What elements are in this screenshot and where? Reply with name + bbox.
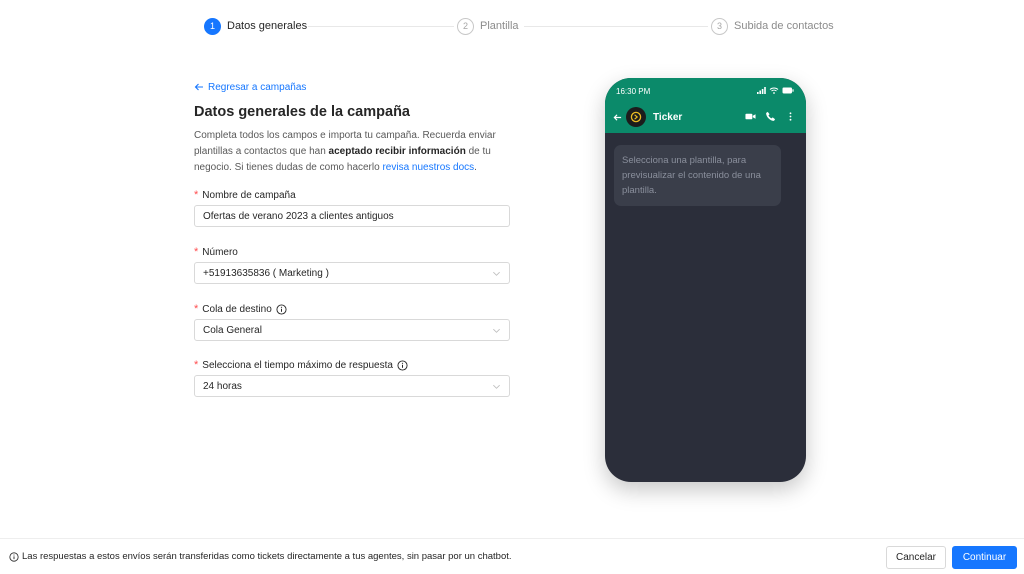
phone-preview: 16:30 PM Ticker Selecciona una plantilla… (605, 78, 806, 482)
back-to-campaigns-link[interactable]: Regresar a campañas (194, 80, 510, 94)
number-value: +51913635836 ( Marketing ) (203, 267, 329, 279)
required-mark: * (194, 359, 199, 371)
step-subida-contactos[interactable]: 3 Subida de contactos (711, 17, 834, 35)
desc-text: . (474, 162, 477, 173)
chevron-down-icon (493, 384, 500, 389)
info-icon (9, 551, 19, 562)
cancel-button[interactable]: Cancelar (886, 546, 946, 569)
step-plantilla[interactable]: 2 Plantilla (457, 17, 519, 35)
page-title: Datos generales de la campaña (194, 104, 410, 120)
required-mark: * (194, 303, 199, 315)
field-label: * Número (194, 245, 510, 259)
number-select[interactable]: +51913635836 ( Marketing ) (194, 262, 510, 284)
chevron-down-icon (493, 328, 500, 333)
step-datos-generales[interactable]: 1 Datos generales (204, 17, 307, 35)
step-label: Datos generales (227, 20, 308, 32)
chat-bar: Ticker (605, 106, 806, 128)
video-icon[interactable] (745, 111, 756, 122)
step-connector (524, 26, 708, 27)
more-vertical-icon[interactable] (785, 111, 796, 122)
chat-actions (745, 111, 796, 122)
queue-label: Cola de destino (202, 303, 272, 315)
response-time-label: Selecciona el tiempo máximo de respuesta (202, 359, 393, 371)
campaign-name-label: Nombre de campaña (202, 189, 296, 201)
footer-note: Las respuestas a estos envíos serán tran… (9, 551, 512, 562)
signal-icon (757, 87, 766, 94)
required-mark: * (194, 246, 199, 258)
queue-value: Cola General (203, 324, 262, 336)
campaign-name-value: Ofertas de verano 2023 a clientes antigu… (203, 210, 394, 222)
steps-progress: 1 Datos generales 2 Plantilla 3 Subida d… (204, 17, 834, 37)
campaign-name-input[interactable]: Ofertas de verano 2023 a clientes antigu… (194, 205, 510, 227)
response-time-select[interactable]: 24 horas (194, 375, 510, 397)
continue-button[interactable]: Continuar (952, 546, 1017, 569)
field-label: * Cola de destino (194, 302, 510, 316)
desc-bold: aceptado recibir información (328, 146, 466, 157)
response-time-value: 24 horas (203, 380, 242, 392)
footer-note-text: Las respuestas a estos envíos serán tran… (22, 551, 512, 562)
logo-icon (630, 111, 642, 123)
arrow-left-icon (194, 83, 203, 91)
response-time-field: * Selecciona el tiempo máximo de respues… (194, 358, 510, 397)
step-connector (308, 26, 454, 27)
campaign-name-field: * Nombre de campaña Ofertas de verano 20… (194, 188, 510, 227)
template-preview-bubble: Selecciona una plantilla, para previsual… (614, 145, 781, 206)
step-label: Subida de contactos (734, 20, 834, 32)
phone-call-icon[interactable] (765, 111, 776, 122)
wifi-icon (769, 87, 779, 94)
step-number: 2 (457, 17, 474, 35)
number-label: Número (202, 246, 238, 258)
field-label: * Selecciona el tiempo máximo de respues… (194, 358, 510, 372)
footer-bar: Las respuestas a estos envíos serán tran… (0, 538, 1024, 574)
status-icons (757, 87, 794, 94)
number-field: * Número +51913635836 ( Marketing ) (194, 245, 510, 284)
chevron-down-icon (493, 271, 500, 276)
form-description: Completa todos los campos e importa tu c… (194, 128, 510, 176)
step-label: Plantilla (480, 20, 519, 32)
battery-icon (782, 87, 794, 94)
required-mark: * (194, 189, 199, 201)
queue-field: * Cola de destino Cola General (194, 302, 510, 341)
docs-link[interactable]: revisa nuestros docs (382, 162, 474, 173)
arrow-left-icon[interactable] (613, 113, 622, 122)
queue-select[interactable]: Cola General (194, 319, 510, 341)
back-link-label: Regresar a campañas (208, 81, 307, 93)
info-icon[interactable] (397, 359, 408, 371)
field-label: * Nombre de campaña (194, 188, 510, 202)
step-number: 1 (204, 17, 221, 35)
step-number: 3 (711, 17, 728, 35)
status-time: 16:30 PM (616, 87, 651, 96)
info-icon[interactable] (276, 303, 287, 315)
contact-name: Ticker (653, 111, 683, 123)
whatsapp-header: 16:30 PM Ticker (605, 78, 806, 133)
campaign-form: Regresar a campañas Datos generales de l… (194, 80, 510, 397)
avatar (626, 107, 646, 127)
